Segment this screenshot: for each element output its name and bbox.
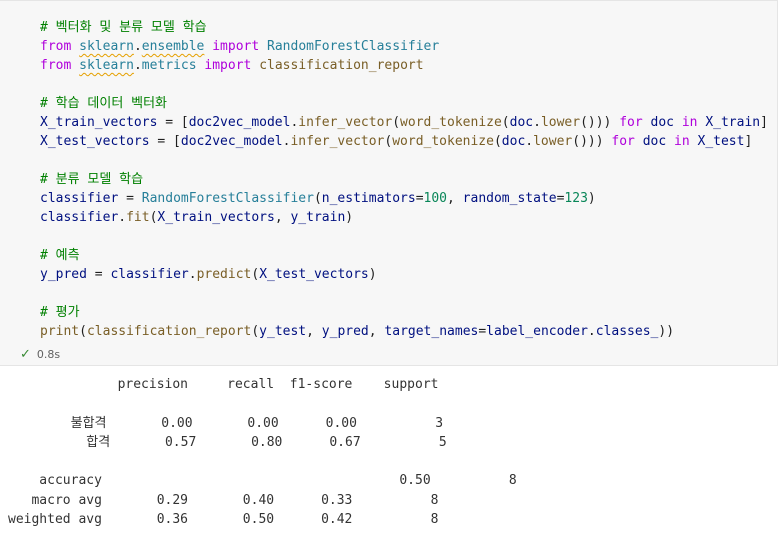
execution-time: 0.8s: [36, 348, 61, 361]
code-cell[interactable]: # 벡터화 및 분류 모델 학습 from sklearn.ensemble im…: [0, 0, 778, 366]
report-header: precision recall f1-score support: [8, 377, 439, 392]
code-line: classifier = RandomForestClassifier(n_es…: [40, 191, 596, 206]
code-line: # 분류 모델 학습: [40, 172, 144, 187]
check-icon: ✓: [20, 347, 31, 362]
code-line: X_test_vectors = [doc2vec_model.infer_ve…: [40, 134, 753, 149]
report-row: 합격 0.57 0.80 0.67 5: [8, 434, 447, 450]
code-line: # 벡터화 및 분류 모델 학습: [40, 20, 207, 35]
code-line: X_train_vectors = [doc2vec_model.infer_v…: [40, 115, 768, 130]
report-blank: [8, 454, 16, 469]
code-line: # 평가: [40, 305, 80, 320]
code-line: from sklearn.ensemble import RandomFores…: [40, 39, 440, 54]
report-blank: [8, 396, 16, 411]
execution-status: ✓ 0.8s: [20, 347, 60, 362]
code-line: classifier.fit(X_train_vectors, y_train): [40, 210, 354, 225]
classification-report-output: precision recall f1-score support 불합격 0.…: [8, 375, 517, 529]
report-row: 불합격 0.00 0.00 0.00 3: [8, 415, 444, 431]
code-line: print(classification_report(y_test, y_pr…: [40, 324, 675, 339]
code-line: y_pred = classifier.predict(X_test_vecto…: [40, 267, 377, 282]
report-macro-avg-row: macro avg 0.29 0.40 0.33 8: [8, 492, 439, 508]
code-line: # 학습 데이터 벡터화: [40, 96, 167, 111]
code-line: from sklearn.metrics import classificati…: [40, 58, 424, 73]
report-accuracy-row: accuracy 0.50 8: [8, 473, 517, 489]
report-weighted-avg-row: weighted avg 0.36 0.50 0.42 8: [8, 512, 439, 528]
code-line: # 예측: [40, 248, 80, 263]
code-editor[interactable]: # 벡터화 및 분류 모델 학습 from sklearn.ensemble im…: [40, 18, 768, 341]
